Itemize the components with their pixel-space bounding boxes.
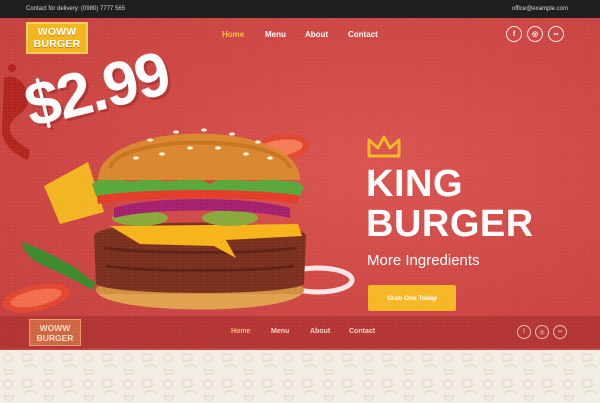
contact-email-link[interactable]: office@example.com (512, 6, 568, 12)
site-logo[interactable]: WOWW BURGER (26, 22, 88, 54)
doodle-pattern (0, 350, 600, 403)
headline-line-1: KING (366, 163, 463, 205)
ketchup-drop (8, 64, 16, 72)
logo-line-1: WOWW (37, 26, 77, 38)
nav-contact-link[interactable]: Contact (348, 30, 378, 39)
tripadvisor-icon[interactable]: ∞ (548, 26, 564, 42)
facebook-icon[interactable]: f (517, 325, 531, 339)
social-links: f ◎ ∞ (506, 26, 564, 42)
nav-about-link[interactable]: About (305, 30, 328, 39)
sticky-social-links: f ◎ ∞ (517, 325, 567, 339)
arugula-leaf (22, 242, 96, 290)
nav-menu-link[interactable]: Menu (265, 30, 286, 39)
sticky-nav-contact-link[interactable]: Contact (349, 328, 375, 335)
sticky-nav-menu-link[interactable]: Menu (271, 328, 289, 335)
crown-icon (367, 135, 401, 158)
food-pattern-strip (0, 350, 600, 403)
facebook-icon[interactable]: f (506, 26, 522, 42)
sticky-nav-about-link[interactable]: About (310, 328, 330, 335)
instagram-icon[interactable]: ◎ (527, 26, 543, 42)
sticky-logo[interactable]: WOWW BURGER (29, 319, 81, 346)
delivery-contact-text: Contact for delivery: (0980) 7777 565 (26, 6, 126, 12)
sticky-logo-line-1: WOWW (39, 322, 71, 333)
nav-home-link[interactable]: Home (222, 30, 244, 39)
hero-section: WOWW BURGER Home Menu About Contact f ◎ … (0, 18, 600, 350)
sticky-logo-line-2: BURGER (36, 332, 74, 343)
tripadvisor-icon[interactable]: ∞ (553, 325, 567, 339)
instagram-icon[interactable]: ◎ (535, 325, 549, 339)
top-bar: Contact for delivery: (0980) 7777 565 of… (0, 0, 600, 18)
logo-line-2: BURGER (33, 38, 81, 50)
hero-subtitle: More Ingredients (367, 252, 480, 269)
grab-one-today-button[interactable]: Grab One Today (368, 285, 456, 311)
hero-headline: KING BURGER (366, 164, 534, 244)
sticky-nav: WOWW BURGER Home Menu About Contact f ◎ … (0, 316, 600, 348)
headline-line-2: BURGER (366, 203, 534, 245)
sticky-nav-home-link[interactable]: Home (231, 328, 250, 335)
